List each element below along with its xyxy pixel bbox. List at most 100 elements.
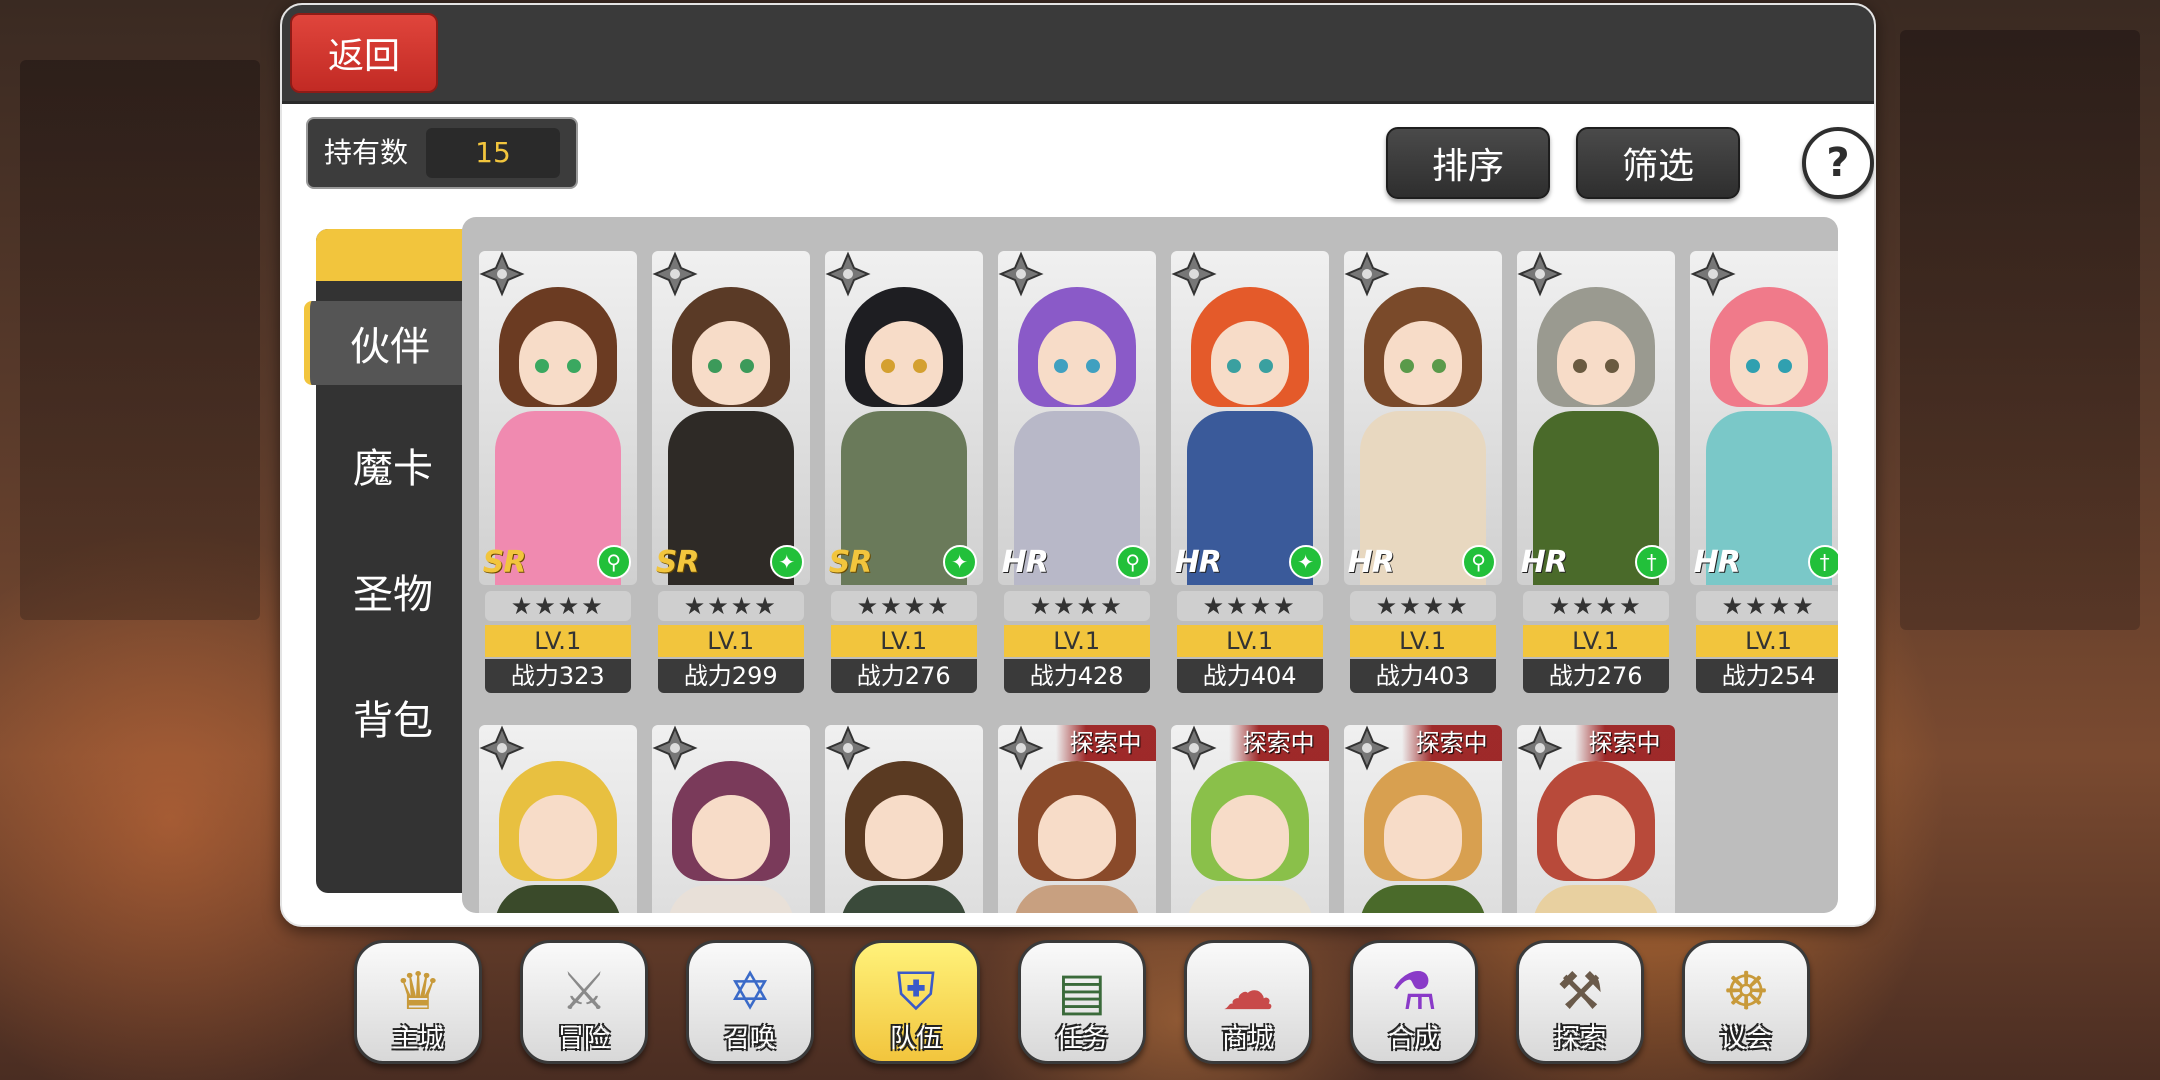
nav-button-crossed-swords[interactable]: ⚔ 冒险 — [520, 940, 648, 1064]
tab-backpack[interactable]: 背包 — [316, 675, 470, 759]
class-icon: ✦ — [1288, 545, 1323, 579]
rarity-label: HR — [1001, 545, 1049, 580]
character-face — [691, 795, 770, 879]
element-icon — [998, 251, 1044, 297]
sort-button[interactable]: 排序 — [1386, 127, 1550, 199]
character-face — [864, 795, 943, 879]
exploring-badge: 探索中 — [1574, 725, 1675, 761]
nav-label: 冒险 — [557, 1024, 610, 1054]
element-icon — [1171, 725, 1217, 771]
nav-label: 召唤 — [723, 1024, 776, 1054]
character-outfit — [494, 885, 621, 913]
star-rating: ★★★★ — [1522, 591, 1669, 621]
power-label: 战力323 — [484, 659, 631, 693]
character-card[interactable] — [651, 725, 810, 913]
nav-button-crown[interactable]: ♛ 主城 — [354, 940, 482, 1064]
character-portrait — [824, 725, 983, 913]
character-face — [1210, 795, 1289, 879]
star-rating: ★★★★ — [484, 591, 631, 621]
nav-label: 商城 — [1221, 1024, 1274, 1054]
rarity-label: SR — [482, 545, 527, 580]
character-eye — [534, 359, 549, 373]
nav-label: 议会 — [1719, 1024, 1772, 1054]
character-grid: SR ⚲ ★★★★ LV.1 战力323 SR ✦ ★★★★ LV.1 战力299 SR ✦ ★★★★ L… — [462, 217, 1838, 913]
character-eye — [1053, 359, 1068, 373]
background-shelf-left — [20, 60, 260, 620]
owned-count-box: 持有数 15 — [306, 117, 578, 189]
nav-button-summon-card[interactable]: ✡ 召唤 — [686, 940, 814, 1064]
nav-label: 队伍 — [889, 1024, 942, 1054]
character-eye — [1431, 359, 1446, 373]
exploring-badge: 探索中 — [1055, 725, 1156, 761]
element-icon — [479, 251, 525, 297]
character-card[interactable] — [824, 725, 983, 913]
tab-relics[interactable]: 圣物 — [316, 549, 470, 633]
tab-partners[interactable]: 伙伴 — [304, 301, 470, 385]
element-icon — [1690, 251, 1736, 297]
sidebar-accent — [316, 229, 470, 281]
nav-button-winged-shield[interactable]: ⛨ 队伍 — [852, 940, 980, 1064]
power-label: 战力404 — [1176, 659, 1323, 693]
nav-button-quest-book[interactable]: ▤ 任务 — [1018, 940, 1146, 1064]
character-eye — [739, 359, 754, 373]
character-portrait: 探索中 — [1170, 725, 1329, 913]
back-button[interactable]: 返回 — [290, 13, 438, 93]
character-eye — [1572, 359, 1587, 373]
nav-button-potion[interactable]: ⚗ 合成 — [1350, 940, 1478, 1064]
tab-magic-cards[interactable]: 魔卡 — [316, 423, 470, 507]
nav-button-shop[interactable]: ☁ 商城 — [1184, 940, 1312, 1064]
element-icon — [998, 725, 1044, 771]
element-icon — [652, 251, 698, 297]
star-rating: ★★★★ — [1349, 591, 1496, 621]
nav-button-pickaxe[interactable]: ⚒ 探索 — [1516, 940, 1644, 1064]
rarity-label: HR — [1347, 545, 1395, 580]
character-portrait: HR ⚲ — [1343, 251, 1502, 585]
character-outfit — [1186, 885, 1313, 913]
character-eye — [880, 359, 895, 373]
star-rating: ★★★★ — [1695, 591, 1838, 621]
level-label: LV.1 — [1176, 625, 1323, 657]
character-card[interactable]: 探索中 — [997, 725, 1156, 913]
power-label: 战力254 — [1695, 659, 1838, 693]
nav-label: 任务 — [1055, 1024, 1108, 1054]
element-icon — [652, 725, 698, 771]
star-rating: ★★★★ — [1176, 591, 1323, 621]
character-outfit — [1359, 885, 1486, 913]
element-icon — [825, 251, 871, 297]
class-icon: † — [1634, 545, 1669, 579]
class-icon: ⚲ — [1461, 545, 1496, 579]
character-eye — [1226, 359, 1241, 373]
element-icon — [1344, 725, 1390, 771]
character-eye — [566, 359, 581, 373]
owned-count-label: 持有数 — [324, 136, 409, 169]
rarity-label: SR — [655, 545, 700, 580]
nav-label: 主城 — [391, 1024, 444, 1054]
character-portrait: SR ⚲ — [478, 251, 637, 585]
party-panel: 返回 持有数 15 排序 筛选 ? 伙伴 魔卡 圣物 背包 SR ⚲ ★★★★ LV.… — [280, 3, 1876, 927]
power-label: 战力276 — [1522, 659, 1669, 693]
filter-button[interactable]: 筛选 — [1576, 127, 1740, 199]
character-eye — [707, 359, 722, 373]
help-button[interactable]: ? — [1802, 127, 1874, 199]
character-face — [864, 321, 943, 405]
rarity-label: HR — [1693, 545, 1741, 580]
character-eye — [1745, 359, 1760, 373]
element-icon — [825, 725, 871, 771]
character-card[interactable]: 探索中 — [1516, 725, 1675, 913]
character-face — [1556, 795, 1635, 879]
level-label: LV.1 — [830, 625, 977, 657]
character-eye — [1604, 359, 1619, 373]
character-card[interactable] — [478, 725, 637, 913]
character-card[interactable]: 探索中 — [1170, 725, 1329, 913]
exploring-badge: 探索中 — [1228, 725, 1329, 761]
character-portrait: 探索中 — [997, 725, 1156, 913]
power-label: 战力403 — [1349, 659, 1496, 693]
nav-button-council-emblem[interactable]: ☸ 议会 — [1682, 940, 1810, 1064]
character-card[interactable]: 探索中 — [1343, 725, 1502, 913]
rarity-label: SR — [828, 545, 873, 580]
character-portrait: HR ✦ — [1170, 251, 1329, 585]
character-face — [1729, 321, 1808, 405]
character-outfit — [1013, 885, 1140, 913]
star-rating: ★★★★ — [1003, 591, 1150, 621]
character-face — [1383, 795, 1462, 879]
